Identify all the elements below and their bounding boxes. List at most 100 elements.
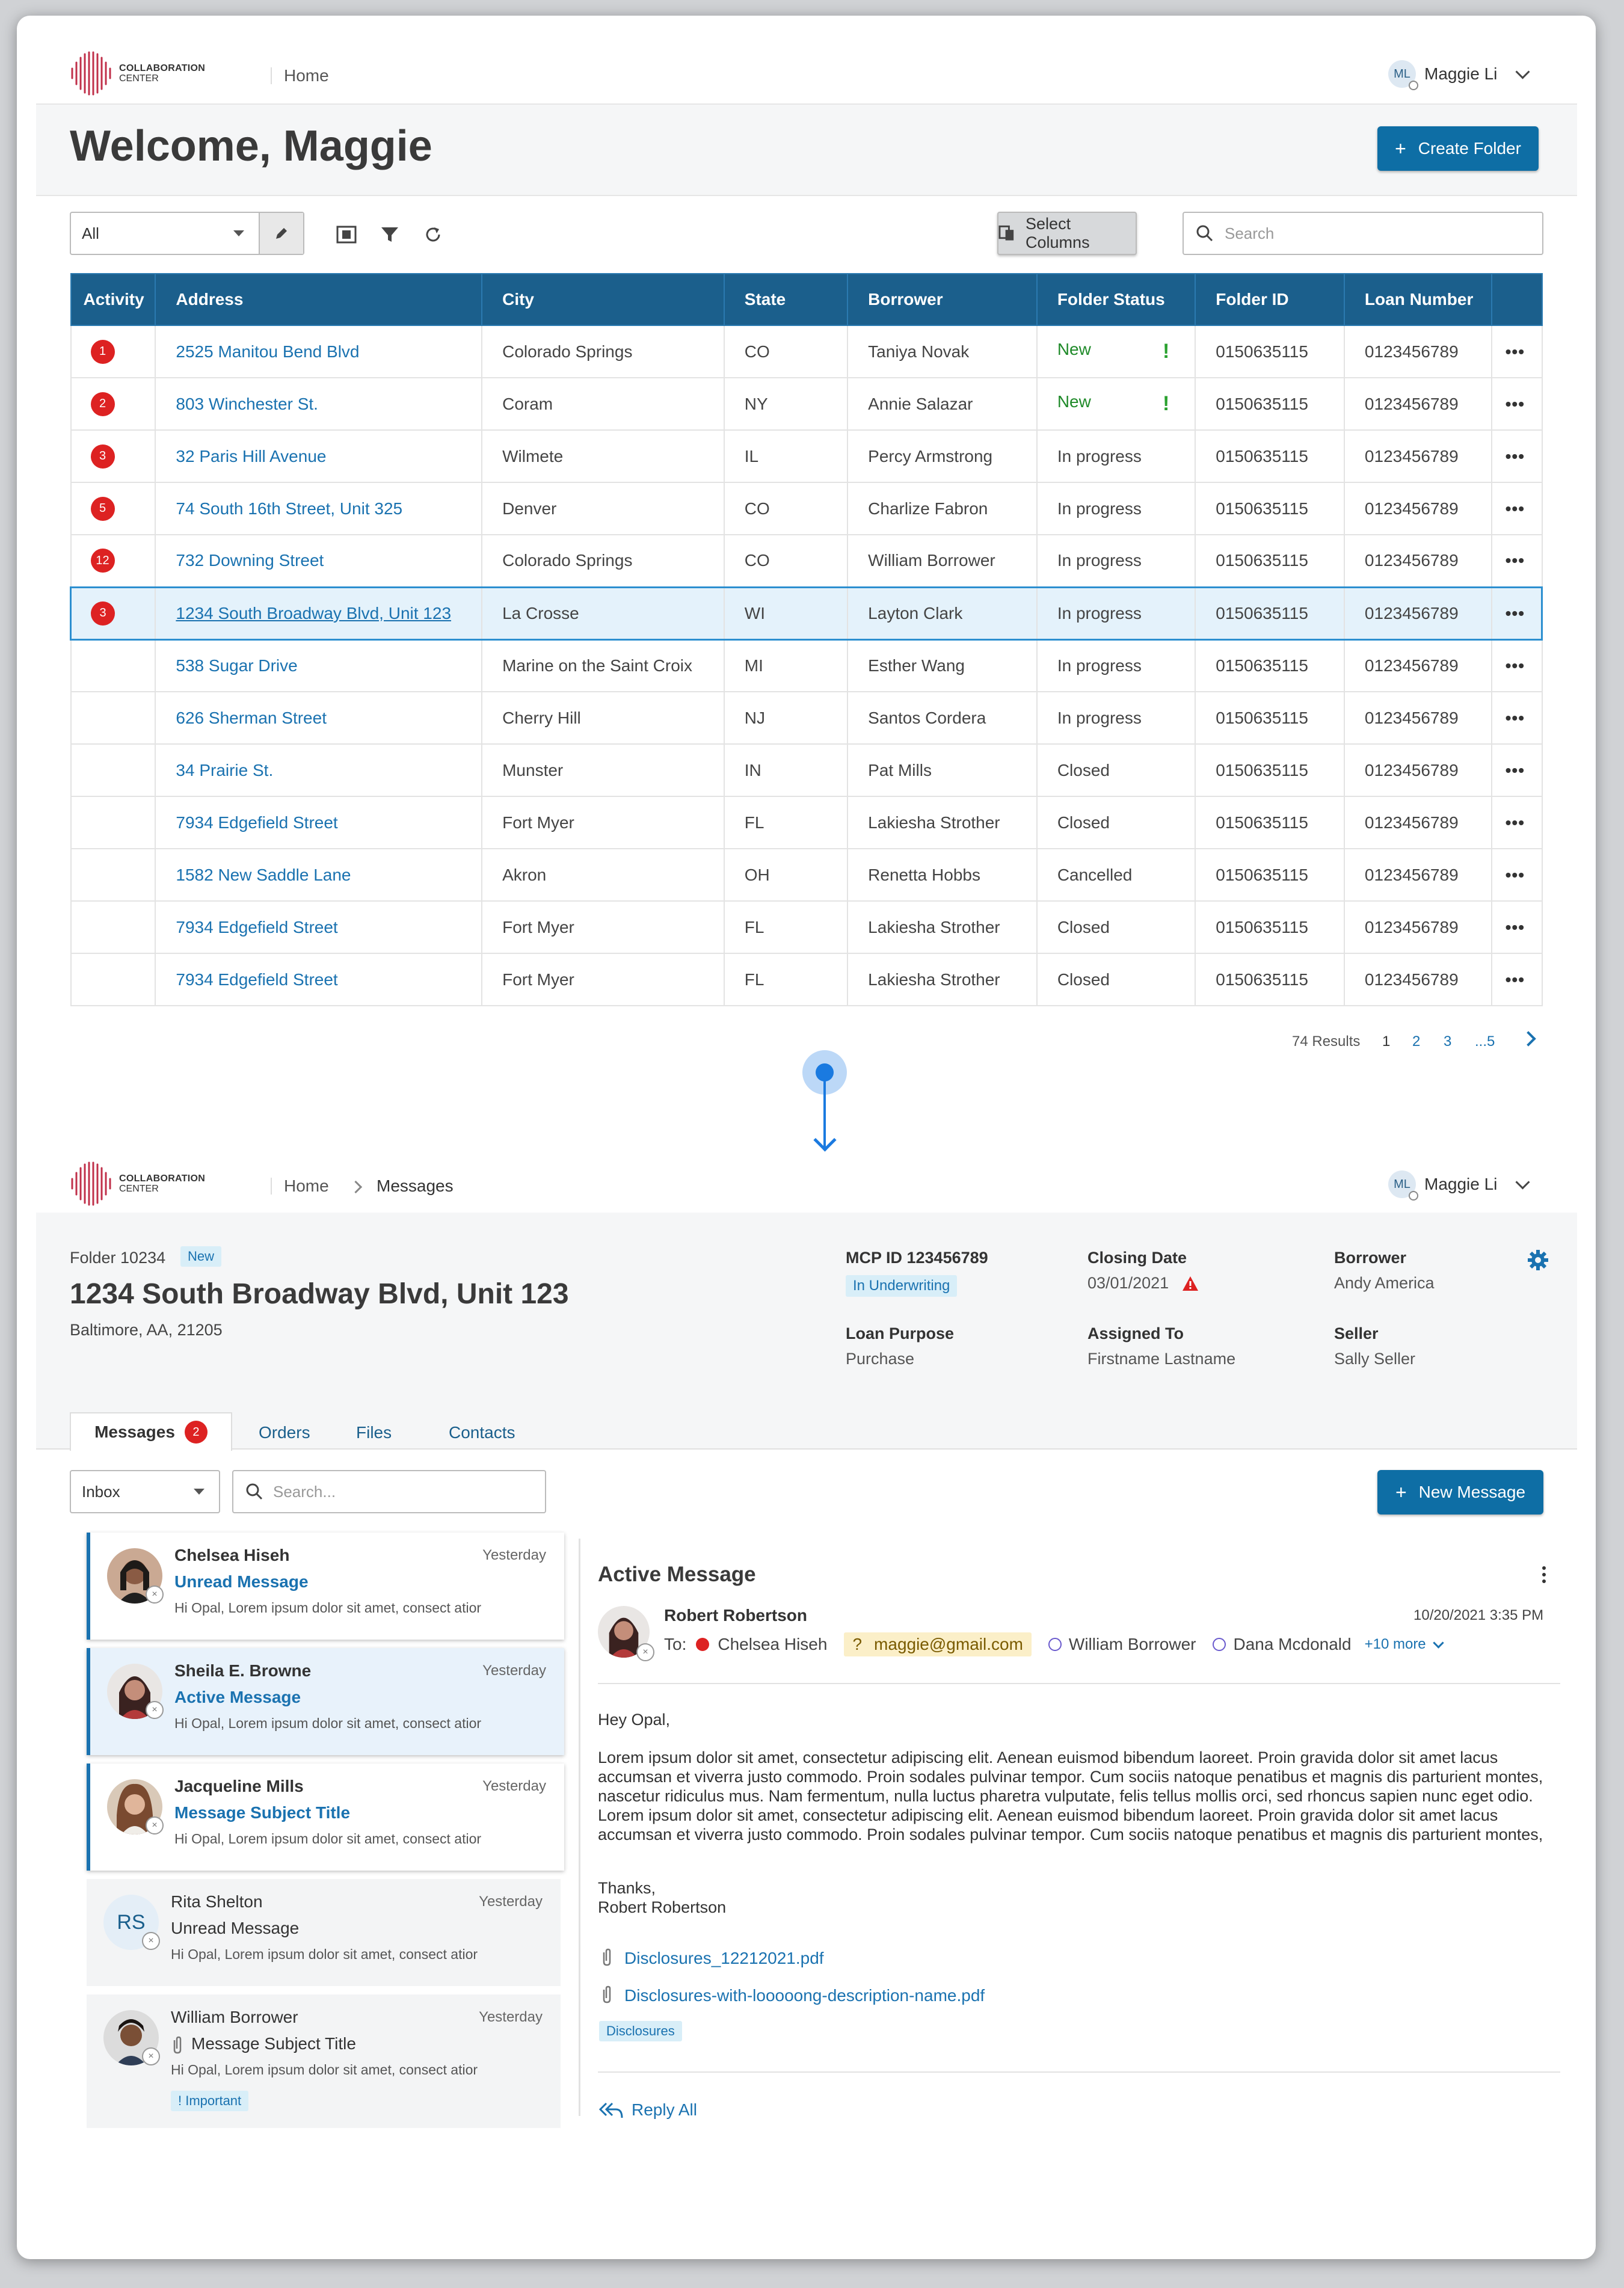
page-5[interactable]: ...5 [1475, 1033, 1495, 1050]
table-row[interactable]: 34 Prairie St. Munster IN Pat Mills Closed 01… [70, 743, 1543, 797]
inbox-select[interactable]: Inbox [70, 1470, 220, 1513]
filter-select[interactable]: All [70, 212, 304, 255]
attachment-link[interactable]: Disclosures_12212021.pdf [624, 1949, 824, 1968]
col-header-state[interactable]: State [723, 273, 849, 326]
cell-borrower: Lakiesha Strother [847, 953, 1038, 1006]
edit-filter-button[interactable] [259, 213, 303, 254]
table-row[interactable]: 12 732 Downing Street Colorado Springs CO Wi… [70, 534, 1543, 588]
message-item[interactable]: × William Borrower Yesterday Message Sub… [87, 1994, 561, 2128]
attachment-link[interactable]: Disclosures-with-looooong-description-na… [624, 1986, 985, 2005]
collaboration-center-logo[interactable]: COLLABORATION CENTER [70, 51, 205, 96]
folder-status: In progress [1057, 446, 1142, 466]
chevron-down-icon[interactable] [1432, 1637, 1444, 1649]
tab-messages[interactable]: Messages 2 [70, 1412, 232, 1451]
address-link[interactable]: 34 Prairie St. [176, 761, 273, 780]
table-row[interactable]: 1 2525 Manitou Bend Blvd Colorado Springs C… [70, 325, 1543, 378]
row-menu-button[interactable]: ••• [1490, 639, 1543, 692]
row-menu-button[interactable]: ••• [1490, 377, 1543, 431]
recipient[interactable]: Chelsea Hiseh [718, 1635, 827, 1654]
user-menu[interactable]: ML Maggie Li [1388, 60, 1530, 90]
col-header-address[interactable]: Address [155, 273, 483, 326]
row-menu-button[interactable]: ••• [1490, 796, 1543, 849]
user-menu[interactable]: ML Maggie Li [1388, 1170, 1530, 1201]
recipient-external[interactable]: ? maggie@gmail.com [844, 1632, 1032, 1656]
message-item[interactable]: RS × Rita Shelton Yesterday Unread Messa… [87, 1879, 561, 1986]
table-row[interactable]: 2 803 Winchester St. Coram NY Annie Salazar N… [70, 377, 1543, 431]
message-item[interactable]: × Chelsea Hiseh Yesterday Unread Message… [87, 1533, 564, 1640]
message-greeting: Hey Opal, [598, 1711, 671, 1729]
address-link[interactable]: 626 Sherman Street [176, 709, 327, 727]
row-menu-button[interactable]: ••• [1490, 429, 1543, 483]
reply-all-button[interactable]: Reply All [599, 2100, 697, 2120]
cell-state: CO [723, 482, 849, 535]
more-recipients-link[interactable]: +10 more [1365, 1636, 1426, 1653]
row-menu-button[interactable]: ••• [1490, 848, 1543, 902]
row-menu-button[interactable]: ••• [1490, 900, 1543, 954]
table-row[interactable]: 7934 Edgefield Street Fort Myer FL Lakiesha… [70, 900, 1543, 954]
page-3[interactable]: 3 [1444, 1033, 1451, 1050]
cell-loan-number: 0123456789 [1343, 325, 1492, 378]
row-menu-button[interactable]: ••• [1490, 325, 1543, 378]
table-row[interactable]: 538 Sugar Drive Marine on the Saint Croix… [70, 639, 1543, 692]
address-link[interactable]: 803 Winchester St. [176, 395, 318, 413]
col-header-loan-number[interactable]: Loan Number [1343, 273, 1492, 326]
gear-icon[interactable] [1527, 1249, 1549, 1272]
col-header-folder-id[interactable]: Folder ID [1195, 273, 1345, 326]
address-link[interactable]: 1582 New Saddle Lane [176, 866, 351, 884]
table-row[interactable]: 7934 Edgefield Street Fort Myer FL Lakiesha… [70, 796, 1543, 849]
page-1[interactable]: 1 [1382, 1033, 1390, 1050]
address-link[interactable]: 74 South 16th Street, Unit 325 [176, 499, 402, 518]
address-link[interactable]: 7934 Edgefield Street [176, 970, 337, 989]
page-2[interactable]: 2 [1412, 1033, 1420, 1050]
breadcrumb-home[interactable]: Home [284, 66, 329, 85]
filter-icon[interactable] [378, 223, 402, 247]
address-link[interactable]: 32 Paris Hill Avenue [176, 447, 326, 466]
table-row[interactable]: 5 74 South 16th Street, Unit 325 Denver CO C… [70, 482, 1543, 535]
address-link[interactable]: 7934 Edgefield Street [176, 813, 337, 832]
address-link[interactable]: 538 Sugar Drive [176, 656, 297, 675]
table-row[interactable]: 7934 Edgefield Street Fort Myer FL Lakiesha… [70, 953, 1543, 1006]
kebab-menu-icon[interactable] [1542, 1566, 1547, 1583]
address-link[interactable]: 7934 Edgefield Street [176, 918, 337, 936]
recipient[interactable]: Dana Mcdonald [1233, 1635, 1351, 1654]
next-page-icon[interactable] [1521, 1031, 1536, 1047]
tab-contacts[interactable]: Contacts [449, 1423, 515, 1442]
row-menu-button[interactable]: ••• [1490, 482, 1543, 535]
message-item[interactable]: × Jacqueline Mills Yesterday Message Sub… [87, 1764, 564, 1871]
column-view-icon[interactable] [334, 223, 358, 247]
new-message-button[interactable]: + New Message [1377, 1470, 1543, 1515]
address-link[interactable]: 732 Downing Street [176, 551, 324, 570]
search-input[interactable]: Search [1183, 212, 1543, 255]
address-link[interactable]: 2525 Manitou Bend Blvd [176, 342, 359, 361]
row-menu-button[interactable]: ••• [1490, 953, 1543, 1006]
col-header-activity[interactable]: Activity [70, 273, 156, 326]
col-header-borrower[interactable]: Borrower [847, 273, 1038, 326]
cell-state: WI [723, 586, 849, 641]
collaboration-center-logo-2[interactable]: COLLABORATION CENTER [70, 1161, 205, 1207]
col-header-city[interactable]: City [481, 273, 725, 326]
breadcrumb-home[interactable]: Home [284, 1176, 329, 1196]
active-message-title: Active Message [598, 1563, 756, 1586]
table-row[interactable]: 626 Sherman Street Cherry Hill NJ Santos Co… [70, 691, 1543, 745]
tab-orders[interactable]: Orders [259, 1423, 310, 1442]
cell-borrower: Charlize Fabron [847, 482, 1038, 535]
row-menu-button[interactable]: ••• [1490, 534, 1543, 588]
address-link[interactable]: 1234 South Broadway Blvd, Unit 123 [176, 604, 451, 623]
message-item[interactable]: × Sheila E. Browne Yesterday Active Mess… [87, 1648, 564, 1755]
select-columns-button[interactable]: Select Columns [997, 212, 1137, 255]
col-header-folder-status[interactable]: Folder Status [1036, 273, 1196, 326]
table-row[interactable]: 1582 New Saddle Lane Akron OH Renetta Hobbs… [70, 848, 1543, 902]
cell-city: Coram [481, 377, 725, 431]
row-menu-button[interactable]: ••• [1490, 743, 1543, 797]
recipient[interactable]: William Borrower [1069, 1635, 1196, 1654]
cell-city: Marine on the Saint Croix [481, 639, 725, 692]
refresh-icon[interactable] [421, 223, 445, 247]
tab-files[interactable]: Files [356, 1423, 392, 1442]
table-row[interactable]: 3 32 Paris Hill Avenue Wilmete IL Percy Arms… [70, 429, 1543, 483]
cell-city: Colorado Springs [481, 534, 725, 588]
create-folder-button[interactable]: + Create Folder [1377, 126, 1539, 171]
message-search-input[interactable]: Search... [232, 1470, 546, 1513]
row-menu-button[interactable]: ••• [1490, 586, 1543, 641]
table-row[interactable]: 3 1234 South Broadway Blvd, Unit 123 La Cr… [70, 586, 1543, 641]
row-menu-button[interactable]: ••• [1490, 691, 1543, 745]
